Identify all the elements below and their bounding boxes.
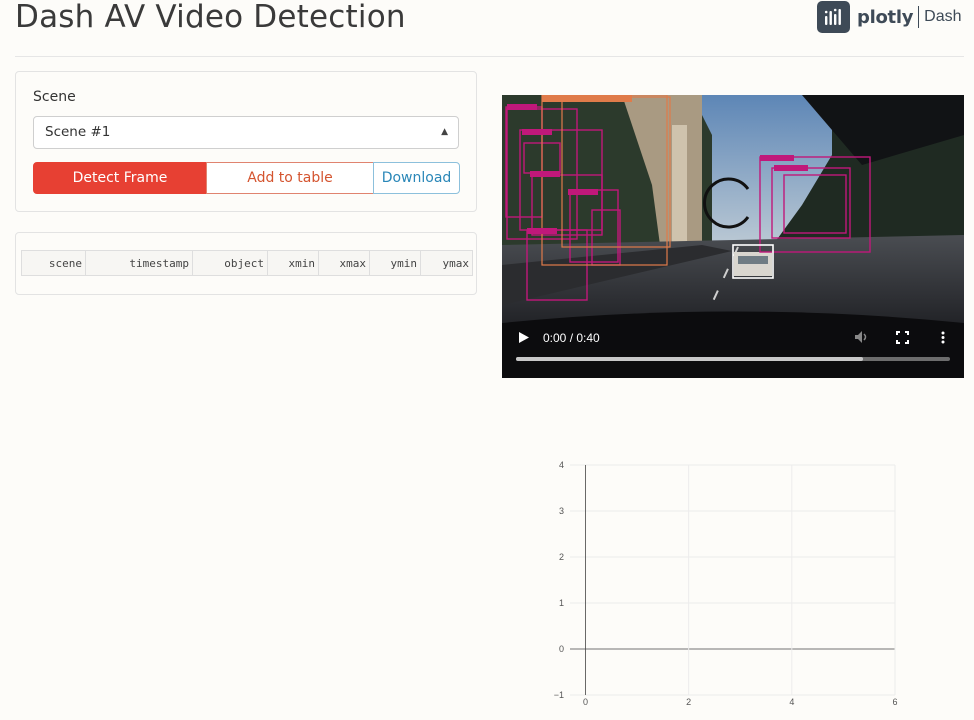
column-header-xmax[interactable]: xmax bbox=[318, 250, 370, 276]
y-tick-label: 4 bbox=[559, 460, 564, 470]
page-title: Dash AV Video Detection bbox=[15, 0, 406, 35]
video-time-display: 0:00 / 0:40 bbox=[543, 331, 600, 345]
scene-label: Scene bbox=[33, 89, 76, 105]
detect-frame-button[interactable]: Detect Frame bbox=[33, 162, 207, 194]
add-to-table-button[interactable]: Add to table bbox=[206, 162, 374, 194]
brand-word: plotly bbox=[857, 6, 914, 28]
x-tick-label: 4 bbox=[789, 697, 794, 707]
column-header-ymax[interactable]: ymax bbox=[420, 250, 473, 276]
y-tick-label: 2 bbox=[559, 552, 564, 562]
brand-product: Dash bbox=[924, 8, 962, 25]
x-tick-label: 6 bbox=[892, 697, 897, 707]
brand-divider bbox=[918, 6, 920, 28]
table-header-row: scene timestamp object xmin xmax ymin ym… bbox=[21, 250, 473, 276]
volume-icon[interactable] bbox=[854, 330, 870, 344]
column-header-timestamp[interactable]: timestamp bbox=[85, 250, 193, 276]
column-header-ymin[interactable]: ymin bbox=[369, 250, 421, 276]
detection-chart[interactable]: 4 3 2 1 0 −1 0 2 4 6 bbox=[540, 455, 920, 720]
plotly-dash-logo[interactable]: plotly Dash bbox=[817, 1, 962, 33]
header-divider bbox=[15, 56, 964, 57]
detections-table-card: scene timestamp object xmin xmax ymin ym… bbox=[15, 232, 477, 295]
more-options-icon[interactable] bbox=[940, 331, 946, 344]
select-caret-icon: ▲ bbox=[441, 127, 448, 137]
controls-card: Scene Scene #1 ▲ Detect Frame Add to tab… bbox=[15, 71, 477, 212]
video-progress-fill bbox=[516, 357, 864, 361]
scene-select[interactable]: Scene #1 ▲ bbox=[33, 116, 459, 149]
y-tick-label: 0 bbox=[559, 644, 564, 654]
fullscreen-icon[interactable] bbox=[896, 331, 909, 344]
y-tick-label: 1 bbox=[559, 598, 564, 608]
video-progress-bar[interactable] bbox=[516, 357, 950, 361]
x-tick-label: 2 bbox=[686, 697, 691, 707]
plotly-logo-icon bbox=[817, 1, 850, 33]
video-player[interactable]: 0:00 / 0:40 bbox=[502, 95, 964, 378]
scene-select-value: Scene #1 bbox=[45, 124, 111, 140]
y-tick-label: 3 bbox=[559, 506, 564, 516]
play-icon[interactable] bbox=[518, 331, 530, 344]
column-header-xmin[interactable]: xmin bbox=[267, 250, 319, 276]
y-tick-label: −1 bbox=[554, 690, 564, 700]
x-tick-label: 0 bbox=[583, 697, 588, 707]
download-button[interactable]: Download bbox=[373, 162, 460, 194]
column-header-object[interactable]: object bbox=[192, 250, 268, 276]
detections-table: scene timestamp object xmin xmax ymin ym… bbox=[21, 250, 473, 276]
column-header-scene[interactable]: scene bbox=[21, 250, 86, 276]
